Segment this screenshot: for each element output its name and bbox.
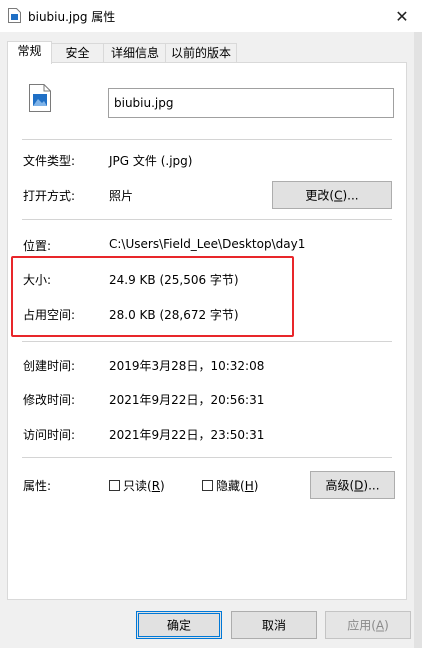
readonly-checkbox[interactable] xyxy=(109,480,120,491)
readonly-label[interactable]: 只读(R) xyxy=(123,477,165,494)
hidden-label[interactable]: 隐藏(H) xyxy=(216,477,258,494)
accessed-value: 2021年9月22日，23:50:31 xyxy=(109,428,265,442)
change-button-label: 更改(C)... xyxy=(305,188,359,203)
apply-button[interactable]: 应用(A) xyxy=(325,611,411,639)
separator xyxy=(22,219,392,220)
tab-security[interactable]: 安全 xyxy=(50,43,105,63)
accessed-label: 访问时间: xyxy=(23,428,76,442)
title-bar: biubiu.jpg 属性 ✕ xyxy=(0,0,422,32)
tab-previous-versions[interactable]: 以前的版本 xyxy=(165,43,237,63)
opens-with-value: 照片 xyxy=(109,189,134,203)
attributes-label: 属性: xyxy=(23,479,52,493)
modified-label: 修改时间: xyxy=(23,393,76,407)
close-button[interactable]: ✕ xyxy=(382,0,422,32)
tab-general[interactable]: 常规 xyxy=(7,41,52,64)
ok-button[interactable]: 确定 xyxy=(136,611,222,639)
window-edge xyxy=(414,32,422,648)
separator xyxy=(22,457,392,458)
change-button[interactable]: 更改(C)... xyxy=(272,181,392,209)
ok-button-label: 确定 xyxy=(166,618,191,633)
opens-with-label: 打开方式: xyxy=(23,189,76,203)
cancel-button[interactable]: 取消 xyxy=(231,611,317,639)
window-title: biubiu.jpg 属性 xyxy=(28,10,116,24)
advanced-button-label: 高级(D)... xyxy=(325,478,380,493)
close-icon: ✕ xyxy=(395,6,409,26)
advanced-button[interactable]: 高级(D)... xyxy=(310,471,395,499)
hidden-checkbox[interactable] xyxy=(202,480,213,491)
separator xyxy=(22,139,392,140)
location-value: C:\Users\Field_Lee\Desktop\day1 xyxy=(109,237,306,251)
created-value: 2019年3月28日，10:32:08 xyxy=(109,359,265,373)
created-label: 创建时间: xyxy=(23,359,76,373)
image-file-icon xyxy=(8,8,21,23)
tab-details[interactable]: 详细信息 xyxy=(103,43,167,63)
cancel-button-label: 取消 xyxy=(261,618,286,633)
image-file-icon xyxy=(29,84,51,112)
location-label: 位置: xyxy=(23,239,52,253)
file-type-value: JPG 文件 (.jpg) xyxy=(109,154,193,168)
red-highlight-box xyxy=(11,256,294,337)
modified-value: 2021年9月22日，20:56:31 xyxy=(109,393,265,407)
separator xyxy=(22,341,392,342)
apply-button-label: 应用(A) xyxy=(347,618,389,633)
file-name-input[interactable]: biubiu.jpg xyxy=(108,88,394,118)
file-type-label: 文件类型: xyxy=(23,154,76,168)
